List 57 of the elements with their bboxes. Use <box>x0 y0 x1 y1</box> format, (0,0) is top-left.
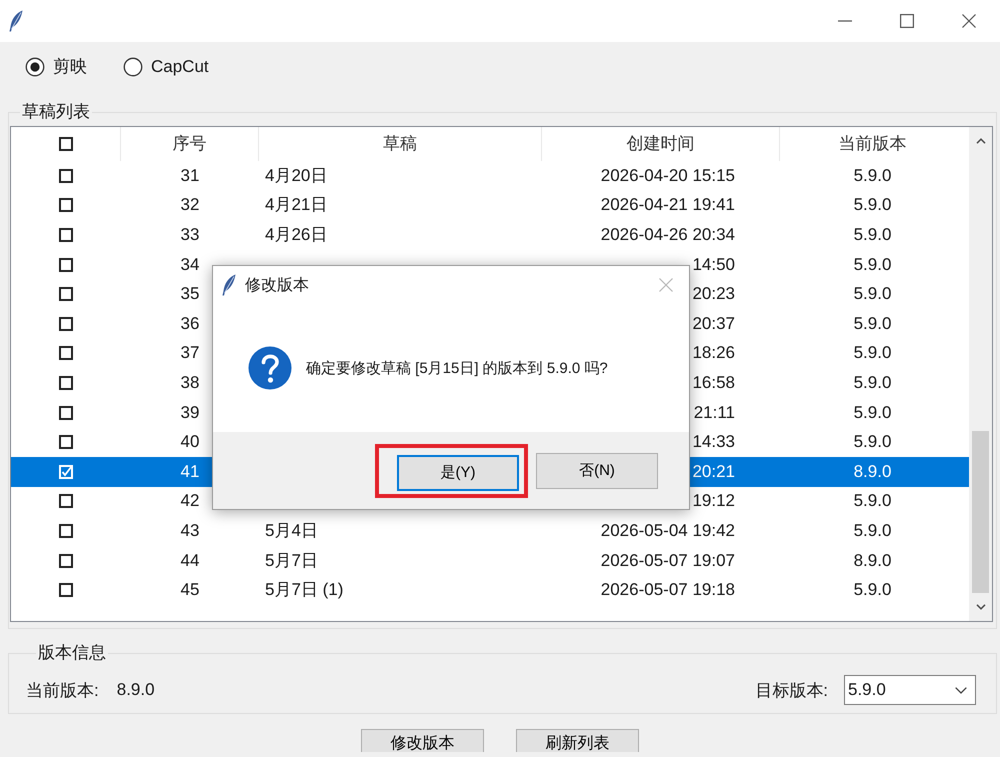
table-cell: 18:26 <box>692 343 735 364</box>
table-cell: 5.9.0 <box>854 372 892 393</box>
table-cell: 14:50 <box>692 254 735 275</box>
table-cell: 5.9.0 <box>854 343 892 364</box>
table-cell: 5.9.0 <box>854 491 892 512</box>
table-cell: 31 <box>180 166 200 186</box>
table-cell: 5.9.0 <box>854 580 892 600</box>
table-cell: 41 <box>180 462 200 482</box>
table-cell: 33 <box>180 224 200 245</box>
table-cell: 8.9.0 <box>854 550 892 571</box>
table-cell: 5.9.0 <box>854 254 892 275</box>
version-value: 8.9.0 <box>116 680 155 700</box>
table-cell: 14:33 <box>692 432 735 452</box>
table-cell: 5月4日 <box>265 520 318 541</box>
table-cell: 19:12 <box>692 491 735 512</box>
table-cell: 2026-04-20 15:15 <box>600 166 735 186</box>
table-cell: 36 <box>180 314 200 334</box>
table-cell: 2026-05-07 19:18 <box>600 580 735 600</box>
table-cell: 38 <box>180 372 200 393</box>
table-cell: 4月21日 <box>265 195 328 216</box>
table-cell: 2026-04-21 19:41 <box>600 195 735 216</box>
table-cell: 8.9.0 <box>854 462 892 482</box>
table-cell: 42 <box>180 491 200 512</box>
table-cell: 5.9.0 <box>854 195 892 216</box>
table-cell: 5.9.0 <box>854 402 892 423</box>
field-label: 目标版本: <box>755 680 828 702</box>
table-cell: 2026-04-26 20:34 <box>600 224 735 245</box>
table-cell: 34 <box>180 254 200 275</box>
table-cell: 5月7日 <box>265 550 318 571</box>
table-cell: 4月20日 <box>265 166 328 186</box>
table-cell: 39 <box>180 402 200 423</box>
table-cell: 20:37 <box>692 314 735 334</box>
table-cell: 5.9.0 <box>854 284 892 304</box>
table-cell: 16:58 <box>692 372 735 393</box>
dialog-message: 确定要修改草稿 [5月15日] 的版本到 5.9.0 吗? <box>306 358 608 378</box>
table-cell: 2026-05-04 19:42 <box>600 520 735 541</box>
table-cell: 20:23 <box>692 284 735 304</box>
table-cell: 40 <box>180 432 200 452</box>
table-cell: 37 <box>180 343 200 364</box>
table-cell: 21:11 <box>694 402 735 423</box>
group-label: 版本信息 <box>37 643 107 663</box>
table-cell: 5.9.0 <box>854 432 892 452</box>
table-cell: 4月26日 <box>265 224 328 245</box>
table-cell: 5.9.0 <box>854 224 892 245</box>
table-cell: 5.9.0 <box>854 166 892 186</box>
table-cell: 5月7日 (1) <box>265 580 344 600</box>
table-cell: 20:21 <box>692 462 735 482</box>
table-cell: 5.9.0 <box>854 314 892 334</box>
table-cell: 2026-05-07 19:07 <box>600 550 735 571</box>
table-cell: 44 <box>180 550 200 571</box>
table-cell: 43 <box>180 520 200 541</box>
table-cell: 45 <box>180 580 200 600</box>
group-label: 草稿列表 <box>21 102 91 122</box>
table-cell: 5.9.0 <box>854 520 892 541</box>
field-label: 当前版本: <box>26 680 99 702</box>
table-cell: 32 <box>180 195 200 216</box>
table-cell: 35 <box>180 284 200 304</box>
